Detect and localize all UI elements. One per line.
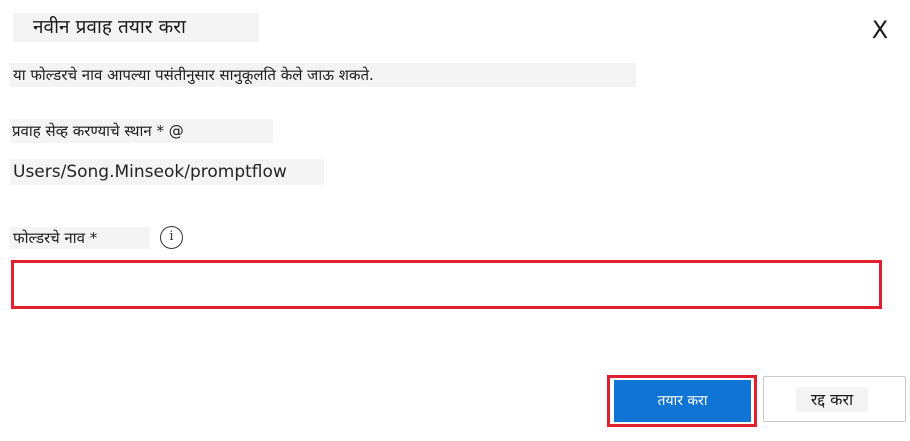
create-button[interactable]: तयार करा [614,380,751,422]
info-icon[interactable]: i [160,226,183,249]
save-location-label: प्रवाह सेव्ह करण्याचे स्थान * @ [10,119,273,143]
folder-name-input[interactable] [11,260,882,309]
save-location-value: Users/Song.Minseok/promptflow [10,159,324,185]
dialog-description: या फोल्डरचे नाव आपल्या पसंतीनुसार सानुकू… [10,63,636,87]
folder-name-label: फोल्डरचे नाव * [10,227,150,249]
close-icon[interactable]: X [864,14,896,46]
dialog-title: नवीन प्रवाह तयार करा [13,13,259,42]
cancel-button-label[interactable]: रद्द करा [796,387,868,412]
